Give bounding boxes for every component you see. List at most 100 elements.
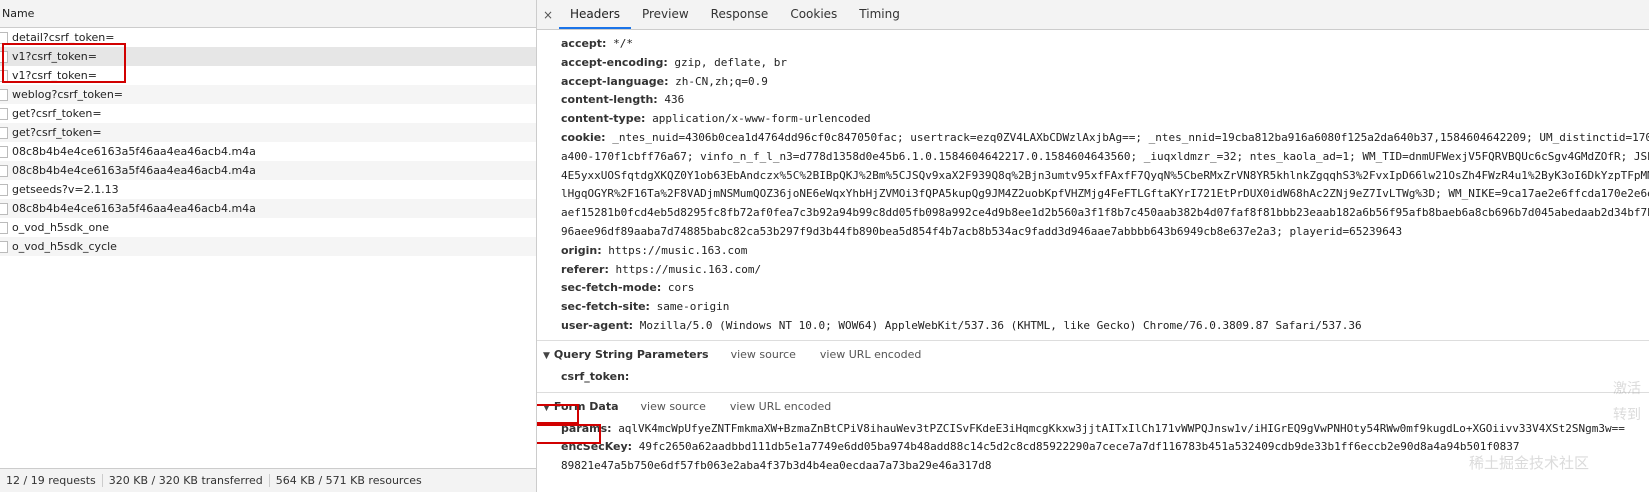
request-details-panel: × Headers Preview Response Cookies Timin… [537,0,1649,492]
request-row[interactable]: weblog?csrf_token= [0,85,536,104]
request-row[interactable]: 08c8b4b4e4ce6163a5f46aa4ea46acb4.m4a [0,161,536,180]
watermark: 激活 [1613,381,1641,397]
header-row: sec-fetch-site: same-origin [561,298,1649,317]
query-string-params: csrf_token: [537,368,1649,387]
section-title: Form Data [553,399,619,413]
request-name: getseeds?v=2.1.13 [12,183,119,196]
cookie-continuation: 96aee96df89aaba7d74885babc82ca53b297f9d3… [561,224,1403,238]
resources-size: 564 KB / 571 KB resources [275,474,422,487]
header-value: Mozilla/5.0 (Windows NT 10.0; WOW64) App… [639,318,1362,332]
param-value: 49fc2650a62aadbbd111db5e1a7749e6dd05ba97… [638,440,1520,454]
transferred-size: 320 KB / 320 KB transferred [102,474,270,487]
close-icon[interactable]: × [537,8,559,22]
request-row[interactable]: v1?csrf_token= [0,47,536,66]
header-value: 436 [664,93,685,107]
view-url-encoded-link[interactable]: view URL encoded [730,400,831,413]
request-row[interactable]: get?csrf_token= [0,123,536,142]
file-icon [0,203,8,215]
request-list: detail?csrf_token= v1?csrf_token= v1?csr… [0,28,536,256]
request-name: o_vod_h5sdk_cycle [12,240,117,253]
header-key: sec-fetch-site: [561,300,650,314]
request-row[interactable]: 08c8b4b4e4ce6163a5f46aa4ea46acb4.m4a [0,199,536,218]
header-key: user-agent: [561,318,634,332]
request-row[interactable]: v1?csrf_token= [0,66,536,85]
header-key: content-length: [561,93,658,107]
cookie-continuation: aef15281b0fcd4eb5d8295fc8fb72af0fea7c3b9… [561,206,1649,220]
request-name: 08c8b4b4e4ce6163a5f46aa4ea46acb4.m4a [12,164,256,177]
tab-timing[interactable]: Timing [848,0,911,29]
request-name: get?csrf_token= [12,107,102,120]
header-key: content-type: [561,112,646,126]
network-status-bar: 12 / 19 requests 320 KB / 320 KB transfer… [0,468,536,492]
param-value: aqlVK4mcWpUfyeZNTFmkmaXW+BzmaZnBtCPiV8ih… [618,421,1625,435]
header-row: accept: */* [561,35,1649,54]
header-row: sec-fetch-mode: cors [561,279,1649,298]
file-icon [0,165,8,177]
cookie-continuation: lHgqOGYR%2F16Ta%2F8VADjmNSMumQOZ36joNE6e… [561,187,1649,201]
request-name: get?csrf_token= [12,126,102,139]
view-source-link[interactable]: view source [731,348,796,361]
header-value: https://music.163.com [608,243,748,257]
header-key: accept-encoding: [561,55,668,69]
header-value: _ntes_nuid=4306b0cea1d4764dd96cf0c847050… [612,130,1649,144]
file-icon [0,70,8,82]
tab-preview[interactable]: Preview [631,0,700,29]
param-key: csrf_token: [561,369,630,383]
header-row: origin: https://music.163.com [561,242,1649,261]
watermark: 稀土掘金技术社区 [1468,454,1589,472]
request-name: v1?csrf_token= [12,69,97,82]
triangle-down-icon[interactable]: ▼ [543,403,550,413]
file-icon [0,32,8,44]
header-row: accept-language: zh-CN,zh;q=0.9 [561,73,1649,92]
request-row[interactable]: o_vod_h5sdk_cycle [0,237,536,256]
header-value: */* [613,37,633,50]
tab-headers[interactable]: Headers [559,0,631,29]
header-key: referer: [561,262,609,276]
header-row: cookie: _ntes_nuid=4306b0cea1d4764dd96cf… [561,129,1649,148]
request-name: v1?csrf_token= [12,50,97,63]
header-key: cookie: [561,130,606,144]
cookie-continuation: a400-170f1cbff76a67; vinfo_n_f_l_n3=d778… [561,149,1649,163]
cookie-continuation: 4E5yxxUOSfqtdgXKQZ0Y1ob63EbAndczx%5C%2BI… [561,168,1649,182]
form-param-row: params: aqlVK4mcWpUfyeZNTFmkmaXW+BzmaZnB… [561,420,1649,439]
details-tab-bar: × Headers Preview Response Cookies Timin… [537,0,1649,30]
file-icon [0,184,8,196]
file-icon [0,89,8,101]
file-icon [0,127,8,139]
header-row: content-type: application/x-www-form-url… [561,110,1649,129]
header-row: referer: https://music.163.com/ [561,261,1649,280]
header-value: cors [667,281,695,295]
param-key: encSecKey: [561,440,633,454]
header-value: application/x-www-form-urlencoded [652,112,871,126]
request-name: 08c8b4b4e4ce6163a5f46aa4ea46acb4.m4a [12,145,256,158]
request-name: o_vod_h5sdk_one [12,221,109,234]
query-string-section-header[interactable]: ▼ Query String Parameters view source view … [537,339,1649,368]
request-row[interactable]: 08c8b4b4e4ce6163a5f46aa4ea46acb4.m4a [0,142,536,161]
header-row: content-length: 436 [561,91,1649,110]
request-row[interactable]: detail?csrf_token= [0,28,536,47]
header-row: user-agent: Mozilla/5.0 (Windows NT 10.0… [561,317,1649,336]
header-key: accept-language: [561,74,669,88]
request-row[interactable]: o_vod_h5sdk_one [0,218,536,237]
request-name: weblog?csrf_token= [12,88,124,101]
watermark: 转到 [1613,407,1641,423]
header-value: gzip, deflate, br [674,55,787,69]
header-key: sec-fetch-mode: [561,281,662,295]
form-data-section-header[interactable]: ▼ Form Data view source view URL encoded [537,391,1649,420]
request-row[interactable]: get?csrf_token= [0,104,536,123]
view-source-link[interactable]: view source [641,400,706,413]
header-value: https://music.163.com/ [615,262,762,276]
triangle-down-icon[interactable]: ▼ [543,351,550,361]
tab-cookies[interactable]: Cookies [779,0,848,29]
file-icon [0,222,8,234]
tab-response[interactable]: Response [700,0,780,29]
request-name: detail?csrf_token= [12,31,115,44]
header-value: zh-CN,zh;q=0.9 [675,74,768,88]
file-icon [0,146,8,158]
header-row: accept-encoding: gzip, deflate, br [561,54,1649,73]
view-url-encoded-link[interactable]: view URL encoded [820,348,921,361]
name-column-header[interactable]: Name [0,0,536,28]
request-row[interactable]: getseeds?v=2.1.13 [0,180,536,199]
param-key: params: [561,421,612,435]
request-name: 08c8b4b4e4ce6163a5f46aa4ea46acb4.m4a [12,202,256,215]
